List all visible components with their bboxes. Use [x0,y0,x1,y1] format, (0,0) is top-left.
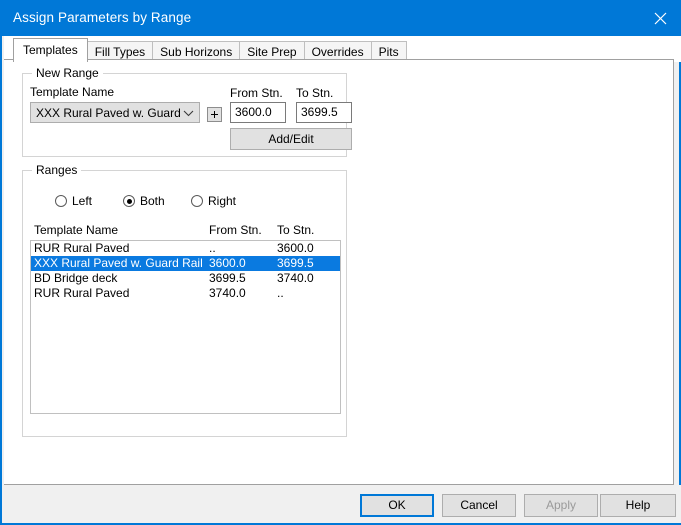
tab-templates[interactable]: Templates [13,38,88,62]
row-to-stn: 3699.5 [277,256,314,270]
from-stn-label: From Stn. [230,86,283,100]
title-bar: Assign Parameters by Range [2,0,681,36]
radio-both-indicator [123,195,135,207]
row-from-stn: 3740.0 [209,286,246,300]
to-stn-input[interactable]: 3699.5 [296,102,352,123]
table-row[interactable]: RUR Rural Paved 3740.0 .. [31,286,340,301]
template-name-label: Template Name [30,85,115,99]
template-name-combobox[interactable]: XXX Rural Paved w. Guard Ra [30,102,200,123]
row-from-stn: 3600.0 [209,256,246,270]
ranges-group-title: Ranges [32,163,82,177]
table-row[interactable]: XXX Rural Paved w. Guard Rail 3600.0 369… [31,256,340,271]
help-button[interactable]: Help [600,494,676,517]
dialog-footer: OK Cancel Apply Help [4,485,681,523]
row-from-stn: .. [209,241,216,255]
close-icon [654,12,667,25]
table-row[interactable]: RUR Rural Paved .. 3600.0 [31,241,340,256]
ranges-group: Ranges Left Both Right Template Name Fro… [22,163,347,437]
cancel-button[interactable]: Cancel [442,494,516,517]
row-template-name: BD Bridge deck [34,271,118,285]
ok-button[interactable]: OK [360,494,434,517]
new-range-group: New Range Template Name XXX Rural Paved … [22,66,352,157]
column-header-from-stn: From Stn. [209,223,262,237]
add-edit-button[interactable]: Add/Edit [230,128,352,150]
radio-left-label: Left [72,194,93,208]
new-range-group-title: New Range [32,66,103,80]
radio-side-both[interactable]: Both [123,194,165,208]
tab-page-templates: New Range Template Name XXX Rural Paved … [4,59,674,485]
ranges-listbox[interactable]: RUR Rural Paved .. 3600.0 XXX Rural Pave… [30,240,341,414]
row-to-stn: 3600.0 [277,241,314,255]
window-title: Assign Parameters by Range [13,10,192,25]
close-button[interactable] [638,0,681,36]
column-header-to-stn: To Stn. [277,223,315,237]
row-to-stn: .. [277,286,284,300]
radio-right-indicator [191,195,203,207]
add-template-button[interactable] [207,107,222,122]
row-template-name: XXX Rural Paved w. Guard Rail [34,256,203,270]
template-name-combobox-value: XXX Rural Paved w. Guard Ra [36,106,181,120]
dialog-window: Assign Parameters by Range Templates Fil… [0,0,681,525]
row-template-name: RUR Rural Paved [34,286,130,300]
radio-right-label: Right [208,194,237,208]
row-to-stn: 3740.0 [277,271,314,285]
table-row[interactable]: BD Bridge deck 3699.5 3740.0 [31,271,340,286]
radio-both-label: Both [140,194,165,208]
column-header-template-name: Template Name [34,223,119,237]
plus-icon-vertical [214,111,215,118]
row-from-stn: 3699.5 [209,271,246,285]
row-template-name: RUR Rural Paved [34,241,130,255]
apply-button: Apply [524,494,598,517]
to-stn-label: To Stn. [296,86,334,100]
radio-left-indicator [55,195,67,207]
from-stn-input[interactable]: 3600.0 [230,102,286,123]
radio-side-right[interactable]: Right [191,194,236,208]
radio-side-left[interactable]: Left [55,194,92,208]
chevron-down-icon [183,107,194,121]
